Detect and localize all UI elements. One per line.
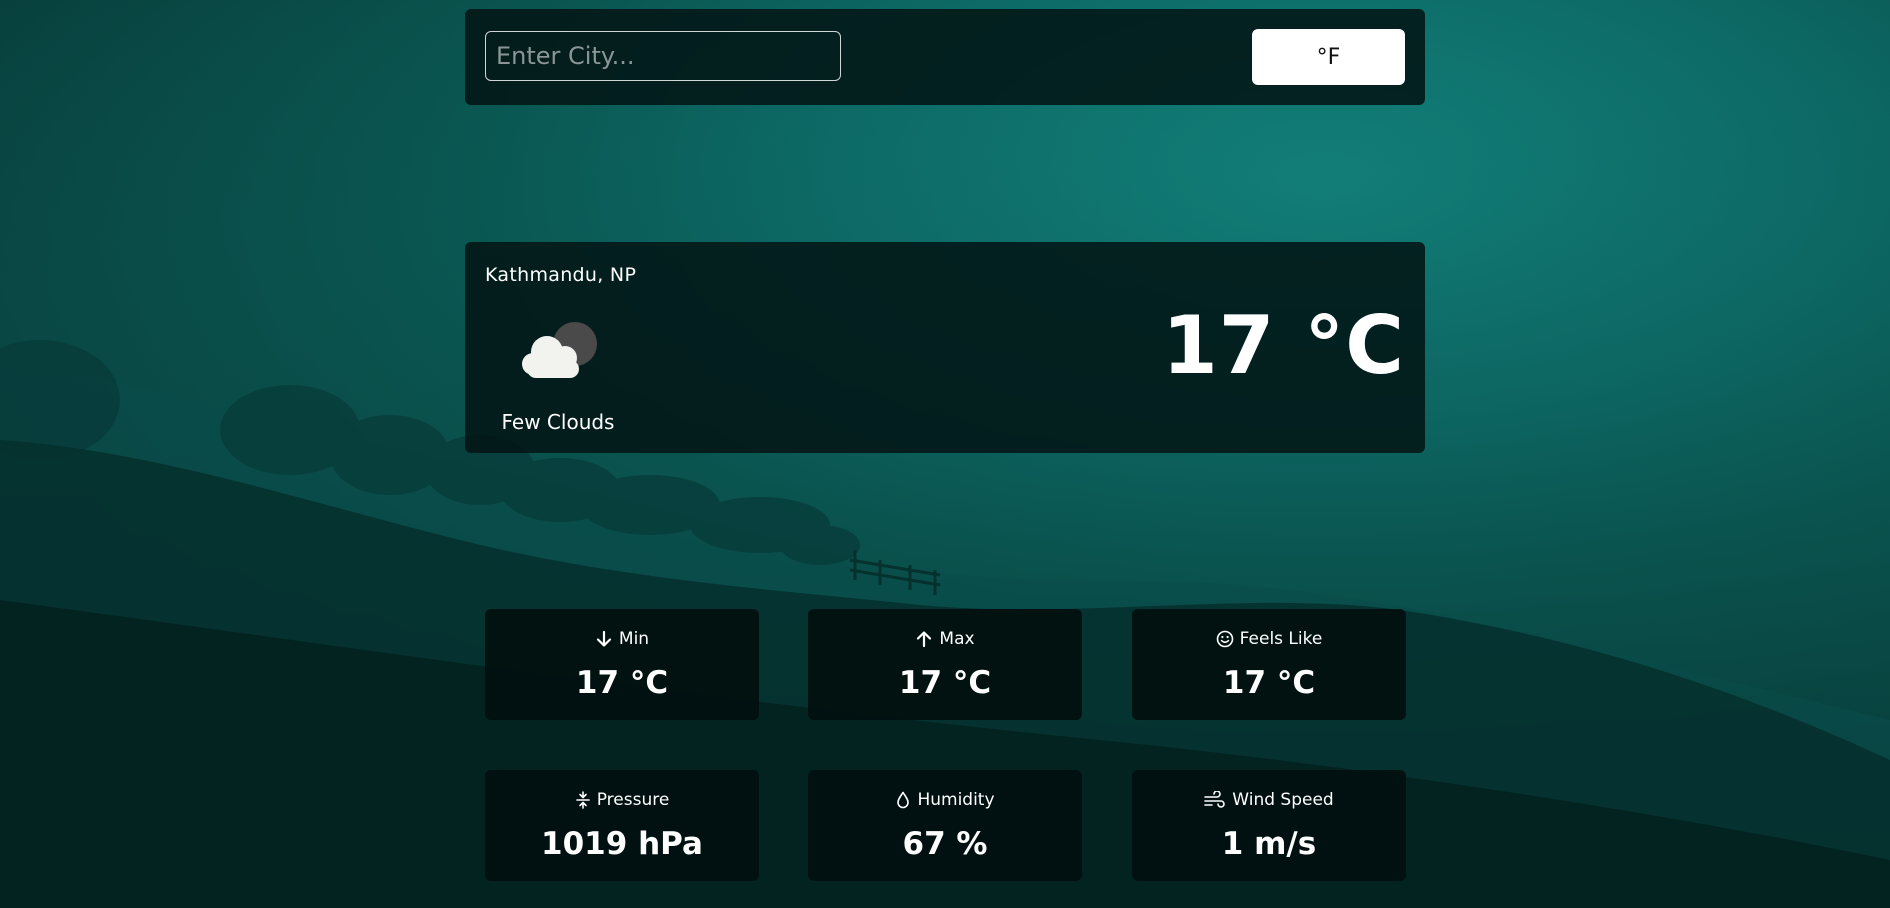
stat-label-pressure: Pressure bbox=[596, 790, 670, 810]
city-search-input[interactable] bbox=[485, 31, 841, 81]
stat-label-wind-speed: Wind Speed bbox=[1232, 790, 1334, 810]
stat-card-humidity: Humidity 67 % bbox=[808, 770, 1082, 881]
stat-value-min: 17 °C bbox=[575, 665, 669, 701]
stat-value-humidity: 67 % bbox=[902, 826, 988, 862]
weather-condition: Few Clouds bbox=[501, 410, 615, 434]
stat-card-pressure: Pressure 1019 hPa bbox=[485, 770, 759, 881]
arrow-up-icon bbox=[915, 630, 933, 648]
weather-app: °F Kathmandu, NP Few Clouds 17 °C bbox=[465, 0, 1425, 908]
stat-value-feels-like: 17 °C bbox=[1222, 665, 1316, 701]
current-temperature: 17 °C bbox=[1162, 299, 1405, 392]
stat-card-max: Max 17 °C bbox=[808, 609, 1082, 720]
stat-value-wind-speed: 1 m/s bbox=[1221, 826, 1317, 862]
pressure-icon bbox=[575, 791, 591, 809]
stat-label-feels-like: Feels Like bbox=[1239, 629, 1323, 649]
stat-card-min: Min 17 °C bbox=[485, 609, 759, 720]
stat-label-max: Max bbox=[939, 629, 975, 649]
stat-label-humidity: Humidity bbox=[917, 790, 995, 810]
stat-value-pressure: 1019 hPa bbox=[541, 826, 703, 862]
stat-card-feels-like: Feels Like 17 °C bbox=[1132, 609, 1406, 720]
search-bar: °F bbox=[465, 9, 1425, 105]
smiley-icon bbox=[1216, 630, 1234, 648]
droplet-icon bbox=[895, 791, 911, 809]
stat-label-min: Min bbox=[618, 629, 650, 649]
arrow-down-icon bbox=[595, 630, 613, 648]
few-clouds-night-icon bbox=[513, 316, 605, 386]
stat-card-wind-speed: Wind Speed 1 m/s bbox=[1132, 770, 1406, 881]
wind-icon bbox=[1204, 791, 1226, 809]
location-label: Kathmandu, NP bbox=[485, 264, 637, 286]
current-weather-card: Kathmandu, NP Few Clouds 17 °C bbox=[465, 242, 1425, 453]
unit-toggle-button[interactable]: °F bbox=[1252, 29, 1405, 85]
stat-value-max: 17 °C bbox=[898, 665, 992, 701]
